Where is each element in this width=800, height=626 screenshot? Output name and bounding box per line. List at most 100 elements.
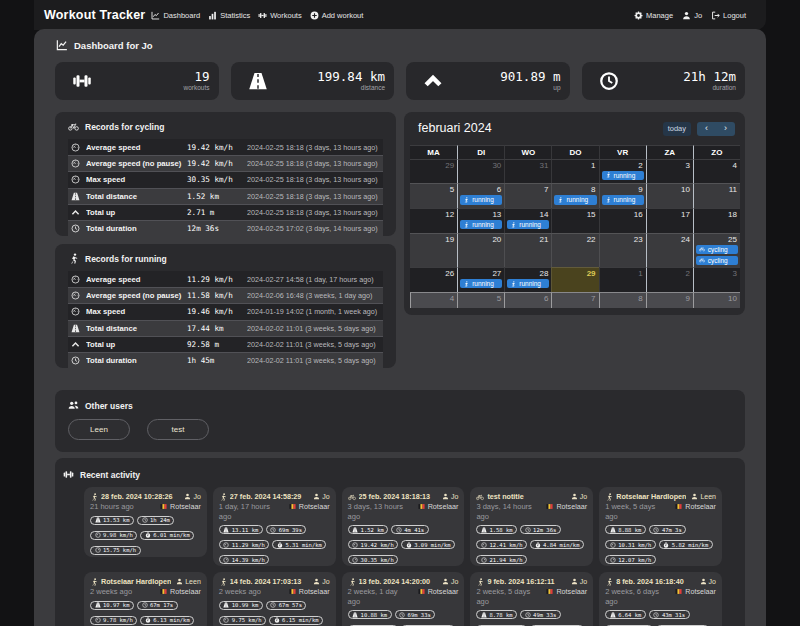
- nav-item[interactable]: Statistics: [208, 11, 250, 20]
- workout-title[interactable]: 28 feb. 2024 10:28:26: [101, 492, 179, 501]
- workout-title[interactable]: 14 feb. 2024 17:03:13: [230, 577, 308, 586]
- calendar-day-cell[interactable]: 10: [693, 292, 740, 309]
- calendar-day-cell[interactable]: 31: [504, 159, 551, 184]
- calendar-event[interactable]: running: [507, 220, 549, 230]
- workout-user[interactable]: Jo: [442, 493, 458, 500]
- nav-item[interactable]: Add workout: [310, 11, 364, 20]
- calendar-day-cell[interactable]: 6: [504, 292, 551, 309]
- workout-card[interactable]: 27 feb. 2024 14:58:29 Jo 1 day, 17 hours…: [213, 487, 336, 566]
- workout-user[interactable]: Jo: [184, 493, 200, 500]
- calendar-day-cell[interactable]: 9 running: [599, 183, 646, 208]
- calendar-day-cell[interactable]: 14 running: [504, 208, 551, 233]
- calendar-day-cell[interactable]: 27 running: [457, 267, 504, 292]
- user-button[interactable]: Leen: [68, 419, 130, 440]
- calendar-day-cell[interactable]: 1: [551, 159, 598, 184]
- calendar-day-cell[interactable]: 9: [646, 292, 693, 309]
- calendar-day-cell[interactable]: 29: [410, 159, 457, 184]
- calendar-event[interactable]: running: [460, 220, 502, 230]
- workout-title[interactable]: 8 feb. 2024 16:18:40: [616, 577, 694, 586]
- workout-user[interactable]: Jo: [571, 493, 587, 500]
- workout-card[interactable]: 14 feb. 2024 17:03:13 Jo 2 weeks ago Rot…: [213, 572, 336, 626]
- workout-user[interactable]: Jo: [700, 578, 716, 585]
- calendar-day-cell[interactable]: 20: [457, 233, 504, 267]
- calendar-prev-button[interactable]: ‹: [697, 122, 716, 136]
- calendar-day-cell[interactable]: 28 running: [504, 267, 551, 292]
- calendar-day-cell[interactable]: 29: [551, 267, 598, 292]
- calendar-day-cell[interactable]: 2: [646, 267, 693, 292]
- calendar-day-cell[interactable]: 22: [551, 233, 598, 267]
- workout-title[interactable]: 25 feb. 2024 18:18:13: [359, 492, 437, 501]
- calendar-day-cell[interactable]: 2 running: [599, 159, 646, 184]
- workout-user[interactable]: Jo: [571, 578, 587, 585]
- calendar-day-number: 28: [505, 268, 551, 279]
- nav-item[interactable]: Manage: [634, 11, 673, 20]
- workout-user[interactable]: Leen: [176, 578, 201, 585]
- calendar-event[interactable]: running: [602, 195, 644, 205]
- workout-user[interactable]: Jo: [313, 493, 329, 500]
- nav-item[interactable]: Logout: [711, 11, 746, 20]
- calendar-event[interactable]: running: [460, 279, 502, 289]
- workout-title[interactable]: 27 feb. 2024 14:58:29: [230, 492, 308, 501]
- calendar-day-cell[interactable]: 4: [410, 292, 457, 309]
- workout-badge: 12m 36s: [520, 525, 561, 534]
- calendar-day-cell[interactable]: 30: [457, 159, 504, 184]
- calendar-day-cell[interactable]: 11: [693, 183, 740, 208]
- workout-card[interactable]: 9 feb. 2024 16:12:11 Jo 2 weeks, 5 days …: [470, 572, 593, 626]
- calendar-day-cell[interactable]: 3: [693, 267, 740, 292]
- records-table-row: Max speed 30.35 km/h 2024-02-25 18:18 (3…: [68, 171, 383, 187]
- workout-card[interactable]: test notitie Jo 3 days, 14 hours ago Rot…: [470, 487, 593, 566]
- calendar-day-cell[interactable]: 25 cycling cycling: [693, 233, 740, 267]
- calendar-event[interactable]: cycling: [696, 245, 738, 255]
- calendar-day-cell[interactable]: 21: [504, 233, 551, 267]
- workout-user[interactable]: Leen: [691, 493, 716, 500]
- workout-title[interactable]: 9 feb. 2024 16:12:11: [487, 577, 565, 586]
- calendar-day-cell[interactable]: 26: [410, 267, 457, 292]
- calendar-event[interactable]: running: [507, 279, 549, 289]
- calendar-day-cell[interactable]: 8 running: [551, 183, 598, 208]
- calendar-day-cell[interactable]: 7: [504, 183, 551, 208]
- calendar-event[interactable]: running: [460, 195, 502, 205]
- calendar-day-cell[interactable]: 3: [646, 159, 693, 184]
- calendar-day-cell[interactable]: 19: [410, 233, 457, 267]
- calendar-day-cell[interactable]: 18: [693, 208, 740, 233]
- calendar-day-cell[interactable]: 23: [599, 233, 646, 267]
- workout-card[interactable]: 28 feb. 2024 10:28:26 Jo 21 hours ago Ro…: [84, 487, 207, 557]
- calendar-day-cell[interactable]: 17: [646, 208, 693, 233]
- calendar-day-cell[interactable]: 16: [599, 208, 646, 233]
- calendar-day-cell[interactable]: 1: [599, 267, 646, 292]
- calendar-day-cell[interactable]: 8: [599, 292, 646, 309]
- calendar-day-cell[interactable]: 12: [410, 208, 457, 233]
- workout-card[interactable]: Rotselaar Hardlopen Leen 2 weeks ago Rot…: [84, 572, 207, 626]
- calendar-event[interactable]: running: [554, 195, 596, 205]
- user-button[interactable]: test: [147, 419, 209, 440]
- workout-card[interactable]: 25 feb. 2024 18:18:13 Jo 3 days, 13 hour…: [342, 487, 465, 566]
- calendar-day-cell[interactable]: 5: [457, 292, 504, 309]
- calendar-day-cell[interactable]: 5: [410, 183, 457, 208]
- workout-badge: 13.53 km: [90, 516, 134, 525]
- calendar-day-number: 18: [694, 209, 740, 220]
- workout-title[interactable]: Rotselaar Hardlopen: [101, 577, 171, 586]
- calendar-day-cell[interactable]: 4: [693, 159, 740, 184]
- workout-user[interactable]: Jo: [313, 578, 329, 585]
- calendar-next-button[interactable]: ›: [716, 122, 735, 136]
- workout-card[interactable]: 13 feb. 2024 14:20:00 Jo 2 weeks, 1 day …: [342, 572, 465, 626]
- calendar-event[interactable]: cycling: [696, 256, 738, 266]
- nav-item[interactable]: Jo: [682, 11, 702, 20]
- workout-card[interactable]: 8 feb. 2024 16:18:40 Jo 2 weeks, 6 days …: [599, 572, 722, 626]
- calendar-day-cell[interactable]: 10: [646, 183, 693, 208]
- workout-title[interactable]: Rotselaar Hardlopen: [616, 492, 686, 501]
- calendar-today-button[interactable]: today: [663, 122, 691, 136]
- workout-title[interactable]: 13 feb. 2024 14:20:00: [359, 577, 437, 586]
- nav-item[interactable]: Workouts: [258, 11, 302, 20]
- calendar-day-cell[interactable]: 7: [551, 292, 598, 309]
- calendar-event[interactable]: running: [602, 171, 644, 181]
- workout-card[interactable]: Rotselaar Hardlopen Leen 1 week, 5 days …: [599, 487, 722, 566]
- workout-title[interactable]: test notitie: [487, 492, 565, 501]
- calendar-day-cell[interactable]: 24: [646, 233, 693, 267]
- workout-user[interactable]: Jo: [442, 578, 458, 585]
- calendar-day-cell[interactable]: 15: [551, 208, 598, 233]
- calendar-day-cell[interactable]: 13 running: [457, 208, 504, 233]
- calendar-day-cell[interactable]: 6 running: [457, 183, 504, 208]
- calendar-day-number: 27: [458, 268, 504, 279]
- nav-item[interactable]: Dashboard: [151, 11, 200, 20]
